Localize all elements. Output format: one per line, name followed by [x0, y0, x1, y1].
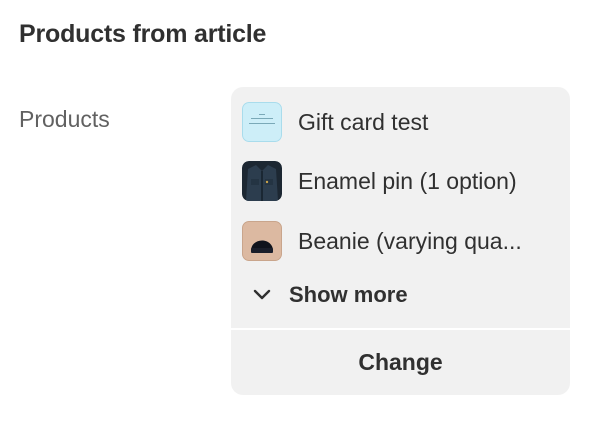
beanie-thumbnail — [242, 221, 282, 261]
denim-jacket-thumbnail — [242, 161, 282, 201]
list-item[interactable]: Enamel pin (1 option) — [242, 160, 562, 202]
products-field-label: Products — [19, 106, 110, 132]
list-item[interactable]: Beanie (varying qua... — [242, 220, 562, 262]
gift-card-thumbnail — [242, 102, 282, 142]
products-from-article-panel: Products from article Products Gift card… — [0, 0, 594, 422]
product-name: Enamel pin (1 option) — [298, 167, 517, 194]
section-title: Products from article — [19, 20, 267, 48]
show-more-button[interactable]: Show more — [251, 278, 408, 312]
list-item[interactable]: Gift card test — [242, 101, 562, 143]
chevron-down-icon — [251, 284, 273, 306]
show-more-label: Show more — [289, 282, 408, 307]
product-name: Gift card test — [298, 108, 429, 135]
product-name: Beanie (varying qua... — [298, 227, 522, 254]
product-card: Gift card test Enamel pin (1 option) Bea… — [231, 87, 570, 395]
change-button[interactable]: Change — [231, 330, 570, 395]
